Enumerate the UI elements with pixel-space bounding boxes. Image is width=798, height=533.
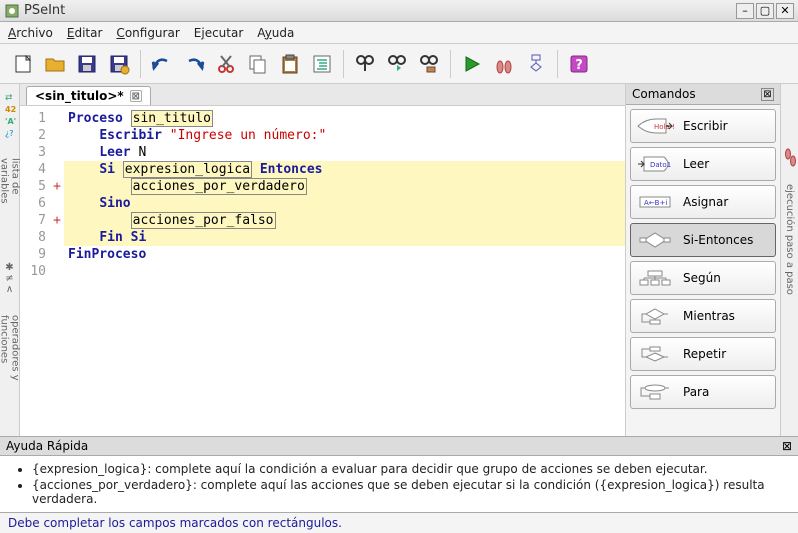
minimize-button[interactable]: – [736,3,754,19]
svg-text:Dato1: Dato1 [650,161,671,169]
command-escribir[interactable]: Hola !Escribir [630,109,776,143]
svg-text:42: 42 [5,105,16,114]
editor-area: <sin_titulo>* ⊠ 1Proceso sin_titulo2 Esc… [20,84,625,436]
command-icon: Hola ! [635,116,675,136]
step-exec-icon[interactable] [783,144,797,174]
main-area: ⇄42'A'¿? lista de variables ✱ ≠ ∧ operad… [0,84,798,436]
step-exec-label[interactable]: ejecución paso a paso [784,184,795,295]
separator [557,50,558,78]
command-icon [635,382,675,402]
new-file-button[interactable] [8,49,38,79]
help-close-button[interactable]: ⊠ [782,439,792,453]
copy-button[interactable] [243,49,273,79]
command-icon: Dato1 [635,154,675,174]
command-repetir[interactable]: Repetir [630,337,776,371]
save-as-button[interactable] [104,49,134,79]
command-icon [635,306,675,326]
menubar: Archivo Editar Configurar Ejecutar Ayuda [0,22,798,44]
command-icon [635,230,675,250]
find-next-button[interactable] [382,49,412,79]
code-editor[interactable]: 1Proceso sin_titulo2 Escribir "Ingrese u… [20,106,625,436]
help-title: Ayuda Rápida [6,439,88,453]
svg-text:A←B+i: A←B+i [644,199,667,207]
flowchart-button[interactable] [521,49,551,79]
command-asignar[interactable]: A←B+iAsignar [630,185,776,219]
find-button[interactable] [350,49,380,79]
command-mientras[interactable]: Mientras [630,299,776,333]
menu-editar[interactable]: Editar [67,26,103,40]
status-bar: Debe completar los campos marcados con r… [0,512,798,533]
app-icon [4,3,20,19]
svg-text:¿?: ¿? [5,129,14,138]
command-icon: A←B+i [635,192,675,212]
cut-button[interactable] [211,49,241,79]
window-title: PSeInt [24,3,734,18]
left-sidebar: ⇄42'A'¿? lista de variables ✱ ≠ ∧ operad… [0,84,20,436]
sidebar-vars-label[interactable]: lista de variables [0,158,21,243]
step-button[interactable] [489,49,519,79]
svg-text:?: ? [575,58,583,73]
separator [343,50,344,78]
menu-ejecutar[interactable]: Ejecutar [194,26,244,40]
svg-text:⇄: ⇄ [5,93,13,103]
help-item: {expresion_logica}: complete aquí la con… [32,462,788,476]
commands-close-button[interactable]: ⊠ [761,88,774,101]
menu-configurar[interactable]: Configurar [116,26,179,40]
right-sidebar: ejecución paso a paso [780,84,798,436]
save-button[interactable] [72,49,102,79]
command-para[interactable]: Para [630,375,776,409]
svg-text:'A': 'A' [5,117,16,126]
close-button[interactable]: ✕ [776,3,794,19]
menu-archivo[interactable]: Archivo [8,26,53,40]
help-body: {expresion_logica}: complete aquí la con… [0,456,798,512]
undo-button[interactable] [147,49,177,79]
commands-panel-header: Comandos ⊠ [626,84,780,105]
help-item: {acciones_por_verdadero}: complete aquí … [32,478,788,506]
tab-label: <sin_titulo>* [35,89,124,103]
open-file-button[interactable] [40,49,70,79]
separator [450,50,451,78]
command-icon [635,344,675,364]
help-button[interactable]: ? [564,49,594,79]
separator [140,50,141,78]
maximize-button[interactable]: ▢ [756,3,774,19]
toolbar: ? [0,44,798,84]
redo-button[interactable] [179,49,209,79]
sidebar-ops-label[interactable]: operadores y funciones [0,315,21,432]
tab-active[interactable]: <sin_titulo>* ⊠ [26,86,151,105]
tab-close-button[interactable]: ⊠ [130,90,142,102]
menu-ayuda[interactable]: Ayuda [257,26,294,40]
commands-panel: Comandos ⊠ Hola !Escribir Dato1Leer A←B+iA… [625,84,780,436]
help-panel: Ayuda Rápida ⊠ {expresion_logica}: compl… [0,436,798,512]
commands-list: Hola !Escribir Dato1Leer A←B+iAsignar Si-En… [626,105,780,436]
replace-button[interactable] [414,49,444,79]
command-según[interactable]: Según [630,261,776,295]
help-panel-header: Ayuda Rápida ⊠ [0,437,798,456]
indent-button[interactable] [307,49,337,79]
sidebar-top-icon[interactable]: ⇄ 42 'A' ¿? [3,88,17,138]
paste-button[interactable] [275,49,305,79]
command-si-entonces[interactable]: Si-Entonces [630,223,776,257]
titlebar: PSeInt – ▢ ✕ [0,0,798,22]
command-icon [635,268,675,288]
run-button[interactable] [457,49,487,79]
commands-title: Comandos [632,87,696,101]
tab-strip: <sin_titulo>* ⊠ [20,84,625,106]
command-leer[interactable]: Dato1Leer [630,147,776,181]
